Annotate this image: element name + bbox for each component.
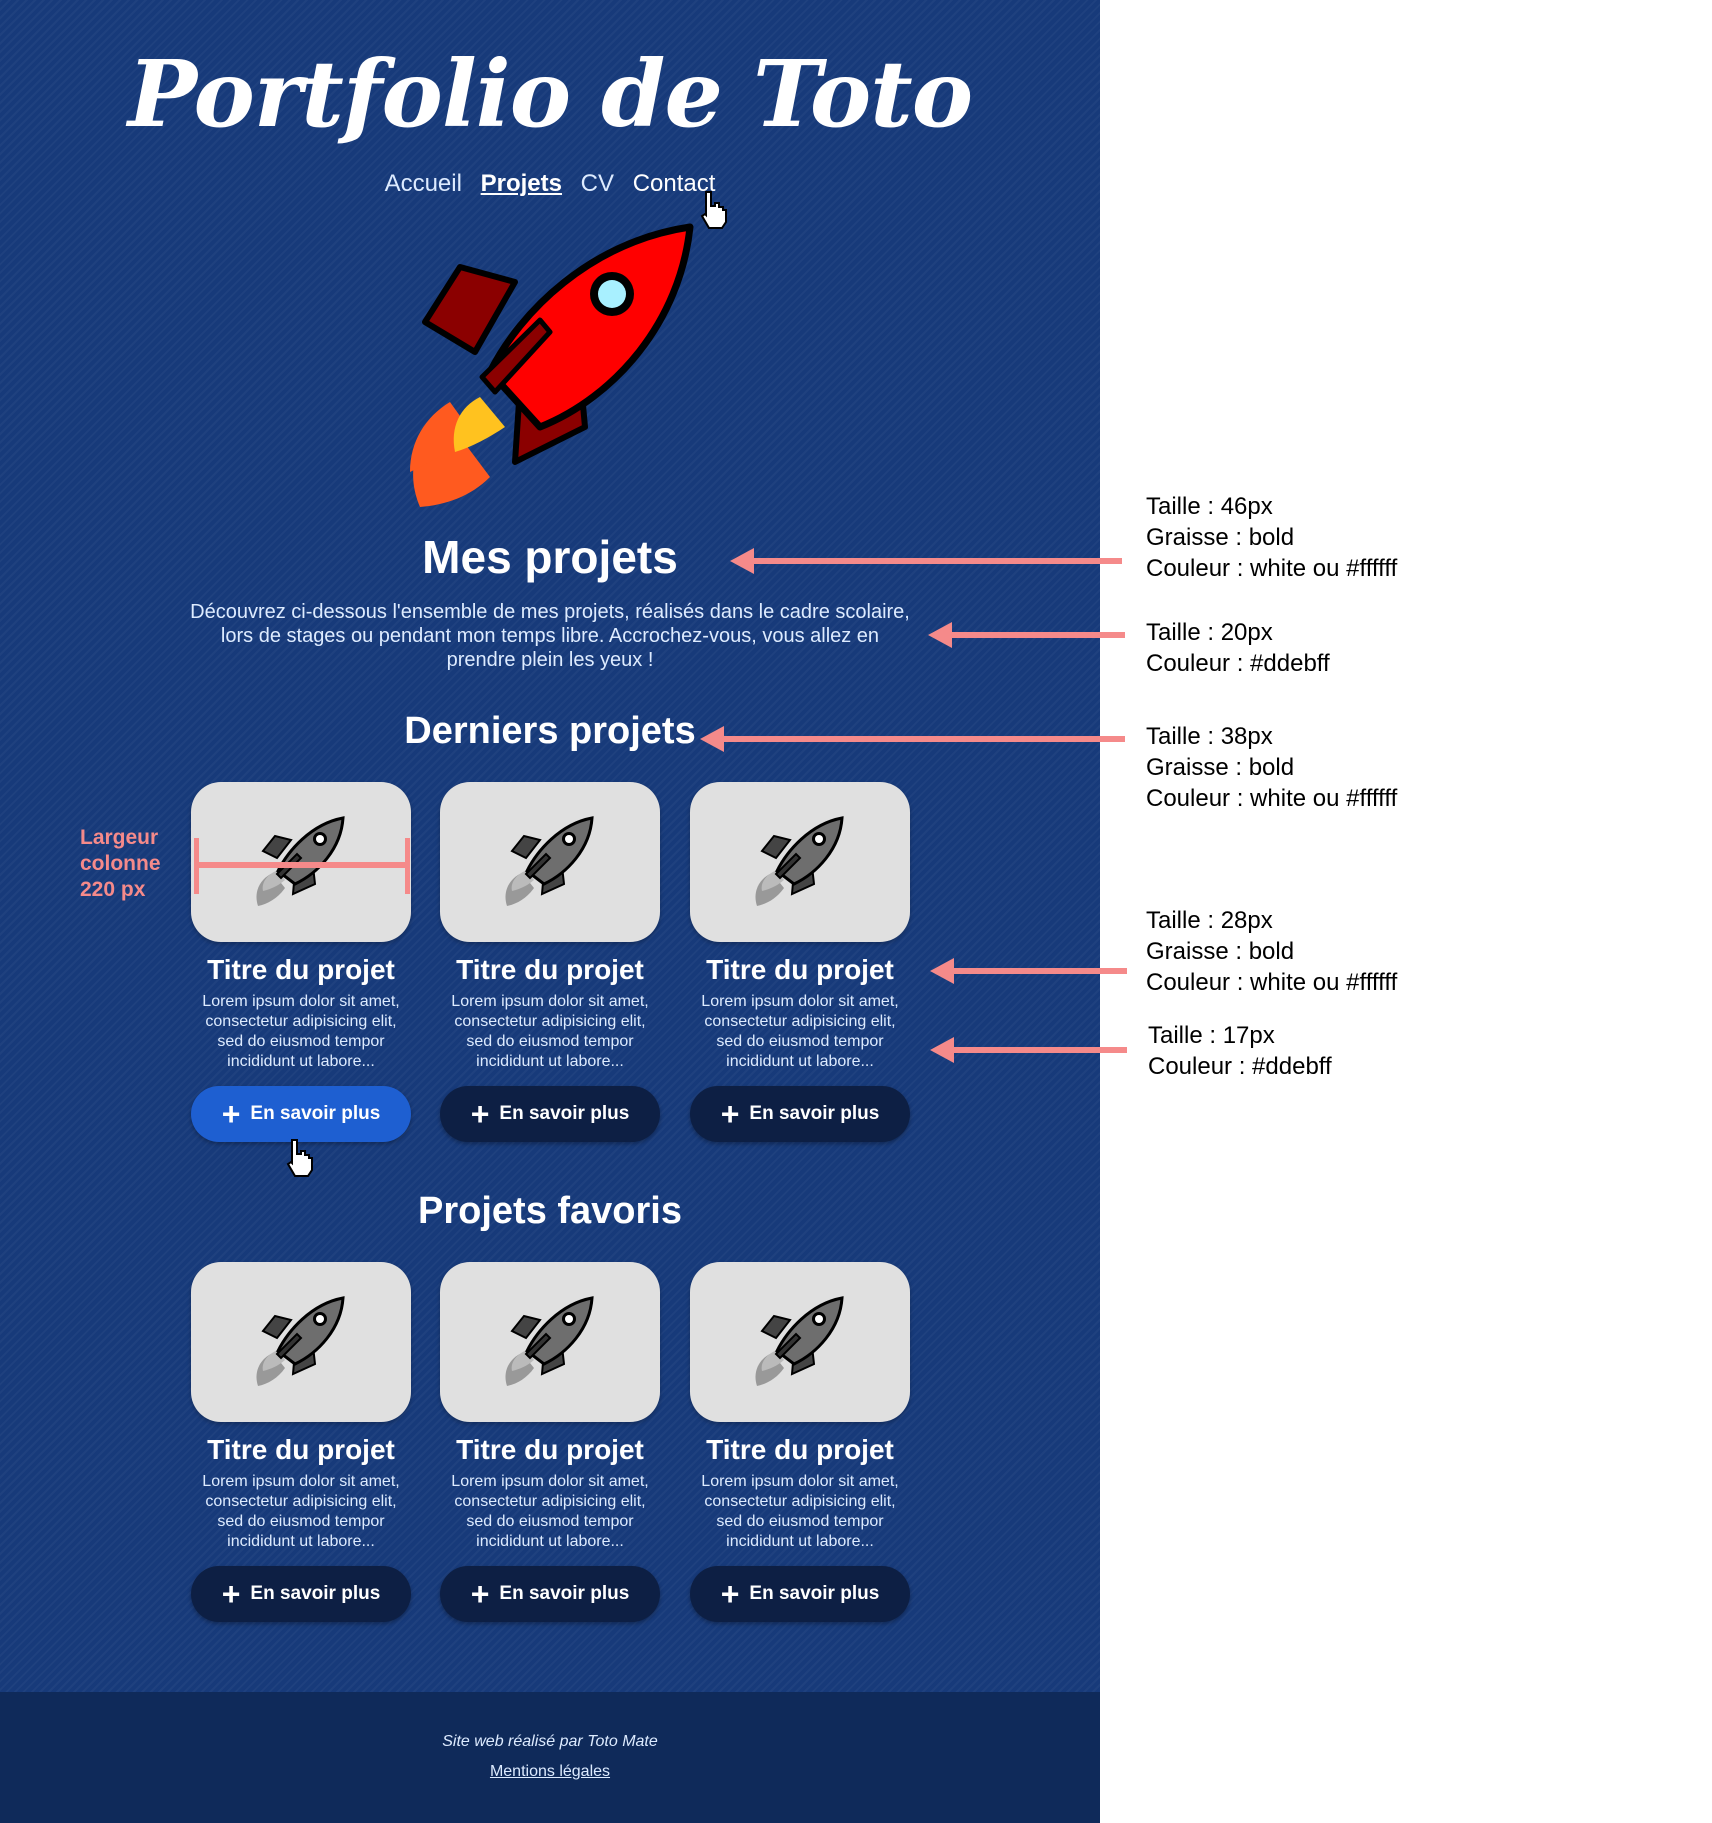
more-info-label: En savoir plus [749, 1103, 880, 1124]
project-title: Titre du projet [456, 954, 644, 985]
annotation-line: Graisse : bold [1146, 754, 1295, 781]
column-width-measure [194, 838, 410, 894]
annotation-card-desc: Taille : 17px Couleur : #ddebff [1148, 1020, 1332, 1082]
plus-icon: + [470, 1576, 490, 1612]
annotation-card-title: Taille : 28px Graisse : bold Couleur : w… [1146, 905, 1397, 998]
project-card: Titre du projet Lorem ipsum dolor sit am… [440, 1262, 660, 1622]
project-card: Titre du projet Lorem ipsum dolor sit am… [690, 782, 910, 1142]
footer [0, 1692, 1100, 1823]
annotation-line: Couleur : #ddebff [1146, 650, 1330, 677]
annotation-arrow [930, 958, 1127, 984]
annotation-line: Graisse : bold [1146, 938, 1295, 965]
rocket-icon [410, 223, 694, 507]
project-card: Titre du projet Lorem ipsum dolor sit am… [690, 1262, 910, 1622]
more-info-button[interactable]: + En savoir plus [690, 1566, 910, 1622]
annotation-line: Largeur [80, 826, 159, 849]
project-image[interactable] [440, 782, 660, 942]
annotation-line: Taille : 46px [1146, 493, 1273, 520]
annotation-main-title: Taille : 46px Graisse : bold Couleur : w… [1146, 491, 1397, 584]
more-info-button[interactable]: + En savoir plus [690, 1086, 910, 1142]
more-info-label: En savoir plus [749, 1583, 880, 1604]
rocket-icon [755, 1296, 844, 1386]
annotation-arrow [928, 622, 1125, 648]
section-title-favoris: Projets favoris [418, 1190, 682, 1232]
project-card: Titre du projet Lorem ipsum dolor sit am… [440, 782, 660, 1142]
nav-projets[interactable]: Projets [481, 170, 562, 198]
annotation-line: Taille : 17px [1148, 1022, 1275, 1049]
plus-icon: + [221, 1096, 241, 1132]
project-description: Lorem ipsum dolor sit amet, consectetur … [451, 1473, 649, 1550]
annotation-line: Couleur : #ddebff [1148, 1053, 1332, 1080]
rocket-icon [755, 816, 844, 906]
project-image[interactable] [690, 1262, 910, 1422]
annotation-line: Graisse : bold [1146, 524, 1295, 551]
annotation-line: Taille : 38px [1146, 723, 1273, 750]
project-description: Lorem ipsum dolor sit amet, consectetur … [701, 1473, 899, 1550]
annotation-line: colonne [80, 852, 161, 875]
project-description: Lorem ipsum dolor sit amet, consectetur … [701, 993, 899, 1070]
annotation-intro: Taille : 20px Couleur : #ddebff [1146, 617, 1330, 679]
project-title: Titre du projet [706, 1434, 894, 1465]
section-title-derniers: Derniers projets [404, 710, 696, 752]
plus-icon: + [720, 1096, 740, 1132]
project-card: Titre du projet Lorem ipsum dolor sit am… [191, 1262, 411, 1622]
project-title: Titre du projet [456, 1434, 644, 1465]
project-description: Lorem ipsum dolor sit amet, consectetur … [202, 1473, 400, 1550]
page-title: Mes projets [422, 531, 678, 583]
more-info-label: En savoir plus [250, 1103, 381, 1124]
hand-pointer-icon [286, 1139, 313, 1177]
project-image[interactable] [440, 1262, 660, 1422]
nav-cv[interactable]: CV [581, 170, 614, 198]
annotation-arrow [700, 726, 1125, 752]
intro-text: Découvrez ci-dessous l'ensemble de mes p… [190, 601, 910, 671]
more-info-button[interactable]: + En savoir plus [191, 1086, 411, 1142]
project-title: Titre du projet [706, 954, 894, 985]
annotation-line: Couleur : white ou #ffffff [1146, 555, 1398, 582]
more-info-button[interactable]: + En savoir plus [440, 1086, 660, 1142]
annotation-line: 220 px [80, 878, 146, 901]
annotation-line: Taille : 20px [1146, 619, 1273, 646]
footer-credit: Site web réalisé par Toto Mate [442, 1733, 658, 1750]
nav-accueil[interactable]: Accueil [385, 170, 462, 198]
annotation-line: Couleur : white ou #ffffff [1146, 969, 1398, 996]
rocket-icon [505, 1296, 594, 1386]
project-image[interactable] [690, 782, 910, 942]
annotation-line: Couleur : white ou #ffffff [1146, 785, 1398, 812]
main-nav: Accueil Projets CV Contact [0, 170, 1100, 198]
project-title: Titre du projet [207, 954, 395, 985]
project-image[interactable] [191, 1262, 411, 1422]
column-width-annotation: Largeur colonne 220 px [80, 825, 180, 903]
legal-link[interactable]: Mentions légales [0, 1763, 1100, 1781]
project-card: Titre du projet Lorem ipsum dolor sit am… [191, 782, 411, 1142]
rocket-icon [505, 816, 594, 906]
rocket-icon [256, 1296, 345, 1386]
annotation-line: Taille : 28px [1146, 907, 1273, 934]
more-info-button[interactable]: + En savoir plus [191, 1566, 411, 1622]
more-info-label: En savoir plus [499, 1103, 630, 1124]
more-info-label: En savoir plus [499, 1583, 630, 1604]
project-description: Lorem ipsum dolor sit amet, consectetur … [202, 993, 400, 1070]
annotation-section-title: Taille : 38px Graisse : bold Couleur : w… [1146, 721, 1397, 814]
plus-icon: + [221, 1576, 241, 1612]
project-title: Titre du projet [207, 1434, 395, 1465]
more-info-label: En savoir plus [250, 1583, 381, 1604]
site-logo[interactable]: Portfolio de Toto [0, 40, 1100, 148]
annotation-arrow [730, 548, 1122, 574]
more-info-button[interactable]: + En savoir plus [440, 1566, 660, 1622]
plus-icon: + [720, 1576, 740, 1612]
plus-icon: + [470, 1096, 490, 1132]
project-description: Lorem ipsum dolor sit amet, consectetur … [451, 993, 649, 1070]
annotation-arrow [930, 1037, 1127, 1063]
